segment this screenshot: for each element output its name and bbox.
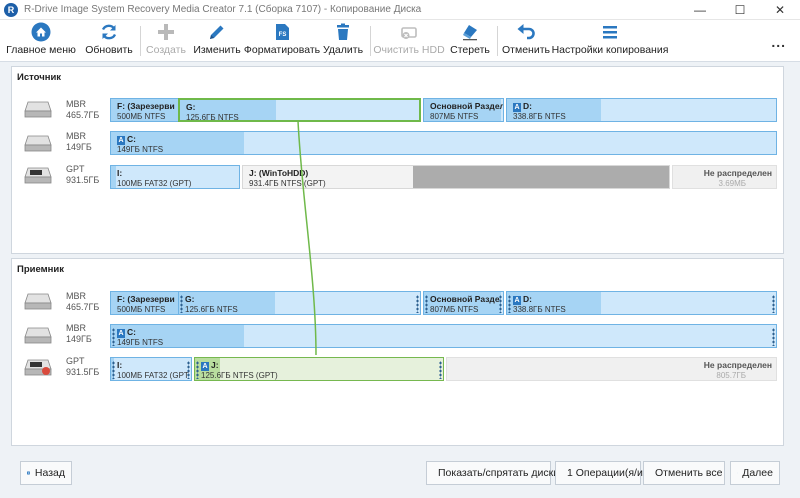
menu-lines-icon bbox=[603, 26, 617, 39]
partition[interactable]: A D: 338.8ГБ NTFS bbox=[506, 98, 777, 122]
modify-button[interactable]: Изменить bbox=[193, 22, 241, 60]
erase-button[interactable]: Стереть bbox=[450, 22, 490, 60]
copy-settings-button[interactable]: Настройки копирования bbox=[552, 22, 668, 60]
usb-drive-icon bbox=[22, 165, 54, 185]
target-disk2-row: A C: 149ГБ NTFS bbox=[110, 324, 777, 348]
drive-letter-icon: A bbox=[117, 329, 125, 338]
clear-hdd-icon bbox=[401, 27, 417, 39]
source-title: Источник bbox=[17, 72, 62, 83]
undo-icon bbox=[517, 24, 535, 40]
source-panel: Источник MBR 465.7ГБ F: (Зарезерви 500МБ … bbox=[11, 66, 784, 254]
format-label: Форматировать bbox=[243, 44, 321, 56]
format-icon: FS bbox=[276, 24, 289, 40]
hdd-icon bbox=[22, 325, 54, 345]
refresh-label: Обновить bbox=[85, 44, 133, 56]
modify-label: Изменить bbox=[193, 44, 241, 56]
undo-button[interactable]: Отменить bbox=[502, 22, 550, 60]
format-button[interactable]: FS Форматировать bbox=[244, 22, 320, 60]
partition-selected[interactable]: G: 125.6ГБ NTFS bbox=[178, 98, 421, 122]
partition[interactable]: F: (Зарезерви 500МБ NTFS bbox=[110, 291, 180, 315]
partition[interactable]: Основной Раздел 807МБ NTFS bbox=[423, 98, 504, 122]
target-disk1-info: MBR 465.7ГБ bbox=[66, 291, 100, 312]
next-button[interactable]: Далее bbox=[730, 461, 780, 485]
drive-letter-icon: A bbox=[201, 362, 209, 371]
erase-label: Стереть bbox=[450, 44, 490, 56]
drive-letter-icon: A bbox=[117, 136, 125, 145]
unallocated-space[interactable]: Не распределен 3.69МБ bbox=[672, 165, 777, 189]
create-label: Создать bbox=[146, 44, 186, 56]
target-disk3-row: I: 100МБ FAT32 (GPT A J: 125.6ГБ NTFS (GP… bbox=[110, 357, 777, 381]
partition[interactable]: F: (Зарезерви 500МБ NTFS bbox=[110, 98, 180, 122]
source-disk1-row: F: (Зарезерви 500МБ NTFS G: 125.6ГБ NTFS… bbox=[110, 98, 777, 122]
partition[interactable]: I: 100МБ FAT32 (GPT) bbox=[110, 165, 240, 189]
eraser-icon bbox=[463, 25, 477, 41]
partition[interactable]: G: 125.6ГБ NTFS bbox=[178, 291, 421, 315]
undo-label: Отменить bbox=[502, 44, 550, 56]
refresh-icon bbox=[101, 24, 117, 40]
source-disk3-row: I: 100МБ FAT32 (GPT) J: (WinToHDD) 931.4… bbox=[110, 165, 777, 189]
back-button[interactable]: Назад bbox=[20, 461, 72, 485]
toolbar-separator bbox=[370, 26, 371, 56]
more-options-button[interactable]: ... bbox=[771, 34, 786, 50]
delete-button[interactable]: Удалить bbox=[322, 22, 364, 60]
minimize-button[interactable]: — bbox=[680, 0, 720, 20]
refresh-button[interactable]: Обновить bbox=[84, 22, 134, 60]
source-disk2-row: A C: 149ГБ NTFS bbox=[110, 131, 777, 155]
source-disk3-info: GPT 931.5ГБ bbox=[66, 164, 100, 185]
copy-settings-label: Настройки копирования bbox=[551, 44, 669, 56]
hdd-icon bbox=[22, 99, 54, 119]
bottom-bar: Назад Показать/спрятать диски 1 Операции… bbox=[0, 452, 800, 498]
toolbar-separator bbox=[497, 26, 498, 56]
drive-letter-icon: A bbox=[513, 103, 521, 112]
app-logo-icon: R bbox=[4, 2, 18, 17]
trash-icon bbox=[337, 23, 349, 40]
close-button[interactable]: ✕ bbox=[760, 0, 800, 20]
usb-drive-target-icon bbox=[22, 357, 54, 377]
partition[interactable]: I: 100МБ FAT32 (GPT bbox=[110, 357, 192, 381]
hdd-icon bbox=[22, 291, 54, 311]
delete-label: Удалить bbox=[322, 44, 364, 56]
target-disk1-row: F: (Зарезерви 500МБ NTFS G: 125.6ГБ NTFS… bbox=[110, 291, 777, 315]
arrow-left-icon bbox=[27, 471, 30, 475]
new-partition[interactable]: A J: 125.6ГБ NTFS (GPT) bbox=[194, 357, 444, 381]
pending-operations-button[interactable]: 1 Операции(я/и) bbox=[555, 461, 646, 485]
cancel-all-button[interactable]: Отменить все bbox=[643, 461, 725, 485]
create-button[interactable]: Создать bbox=[146, 22, 186, 60]
title-bar: R R-Drive Image System Recovery Media Cr… bbox=[0, 0, 800, 20]
home-icon bbox=[31, 22, 51, 42]
clear-hdd-button[interactable]: Очистить HDD bbox=[373, 22, 445, 60]
home-button[interactable]: Главное меню bbox=[6, 22, 76, 60]
unallocated-space[interactable]: Не распределен 805.7ГБ bbox=[446, 357, 777, 381]
format-icon-text: FS bbox=[279, 32, 287, 38]
show-hide-disks-button[interactable]: Показать/спрятать диски bbox=[426, 461, 559, 485]
maximize-button[interactable]: ☐ bbox=[720, 0, 760, 20]
toolbar-separator bbox=[140, 26, 141, 56]
source-disk2-info: MBR 149ГБ bbox=[66, 131, 92, 152]
target-disk2-info: MBR 149ГБ bbox=[66, 323, 92, 344]
target-disk3-info: GPT 931.5ГБ bbox=[66, 356, 100, 377]
partition[interactable]: A C: 149ГБ NTFS bbox=[110, 324, 777, 348]
partition[interactable]: J: (WinToHDD) 931.4ГБ NTFS (GPT) bbox=[242, 165, 670, 189]
app-window: R R-Drive Image System Recovery Media Cr… bbox=[0, 0, 800, 498]
drive-letter-icon: A bbox=[513, 296, 521, 305]
hdd-icon bbox=[22, 133, 54, 153]
source-disk1-info: MBR 465.7ГБ bbox=[66, 99, 100, 120]
plus-icon bbox=[158, 24, 174, 40]
target-title: Приемник bbox=[17, 264, 64, 275]
target-panel: Приемник MBR 465.7ГБ F: (Зарезерви 500МБ … bbox=[11, 258, 784, 446]
clear-hdd-label: Очистить HDD bbox=[373, 44, 445, 56]
partition[interactable]: Основной Разде 807МБ NTFS bbox=[423, 291, 504, 315]
partition[interactable]: A C: 149ГБ NTFS bbox=[110, 131, 777, 155]
home-label: Главное меню bbox=[6, 44, 76, 56]
pencil-icon bbox=[210, 25, 224, 39]
window-title: R-Drive Image System Recovery Media Crea… bbox=[24, 4, 422, 15]
toolbar: Главное меню Обновить Создать Изменить F… bbox=[0, 20, 800, 62]
partition[interactable]: A D: 338.8ГБ NTFS bbox=[506, 291, 777, 315]
